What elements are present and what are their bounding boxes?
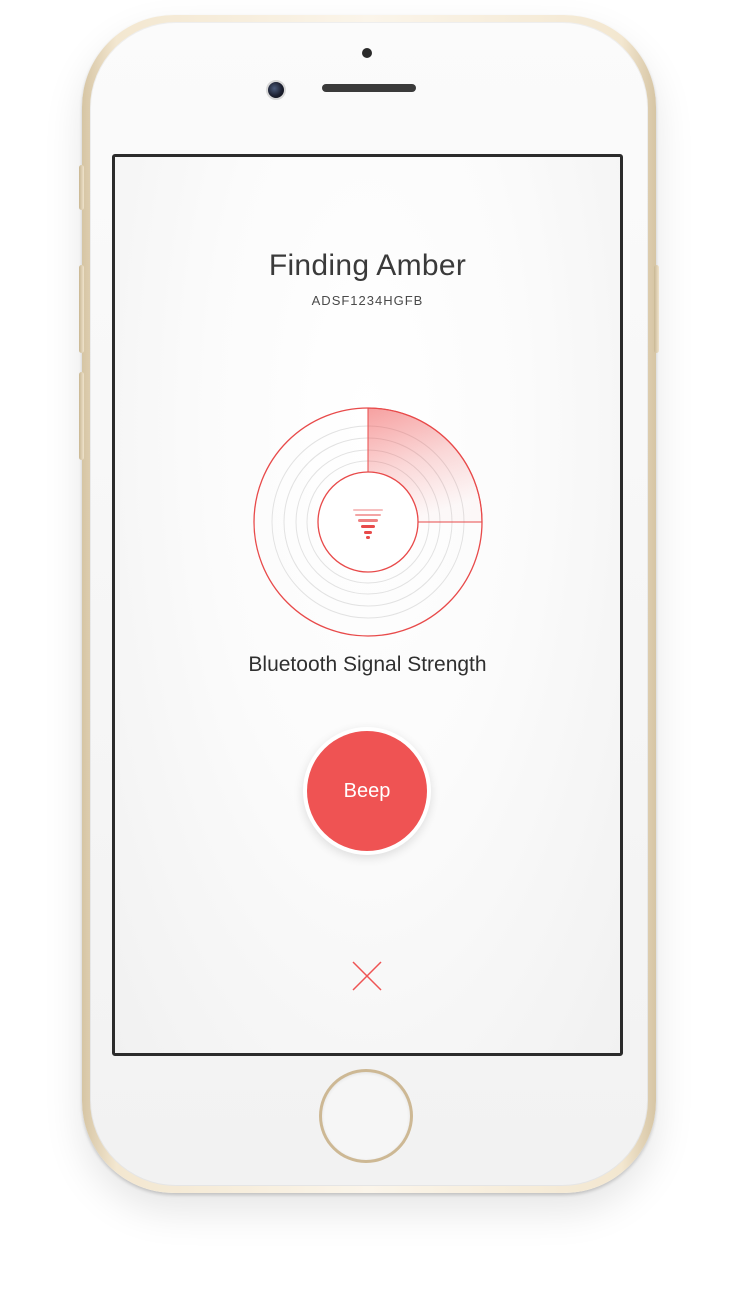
volume-up-button: [79, 265, 84, 353]
volume-down-button: [79, 372, 84, 460]
page-title: Finding Amber: [268, 249, 467, 282]
signal-radar-graphic: [253, 407, 483, 637]
power-button: [654, 265, 659, 353]
mute-switch: [79, 165, 84, 210]
signal-strength-radar: [251, 405, 485, 639]
device-id: ADSF1234HGFB: [311, 293, 424, 308]
device-mockup: Finding Amber ADSF1234HGFB Bluetooth Sig…: [0, 0, 750, 1300]
close-icon: [352, 961, 382, 991]
front-camera: [266, 80, 286, 100]
signal-strength-label: Bluetooth Signal Strength: [248, 653, 487, 676]
earpiece-speaker: [322, 84, 416, 92]
close-button[interactable]: [350, 959, 384, 993]
app-screen: Finding Amber ADSF1234HGFB Bluetooth Sig…: [112, 154, 623, 1056]
beep-button-label: Beep: [307, 731, 427, 851]
proximity-sensor: [362, 48, 372, 58]
home-button[interactable]: [322, 1072, 410, 1160]
beep-button[interactable]: Beep: [303, 727, 431, 855]
